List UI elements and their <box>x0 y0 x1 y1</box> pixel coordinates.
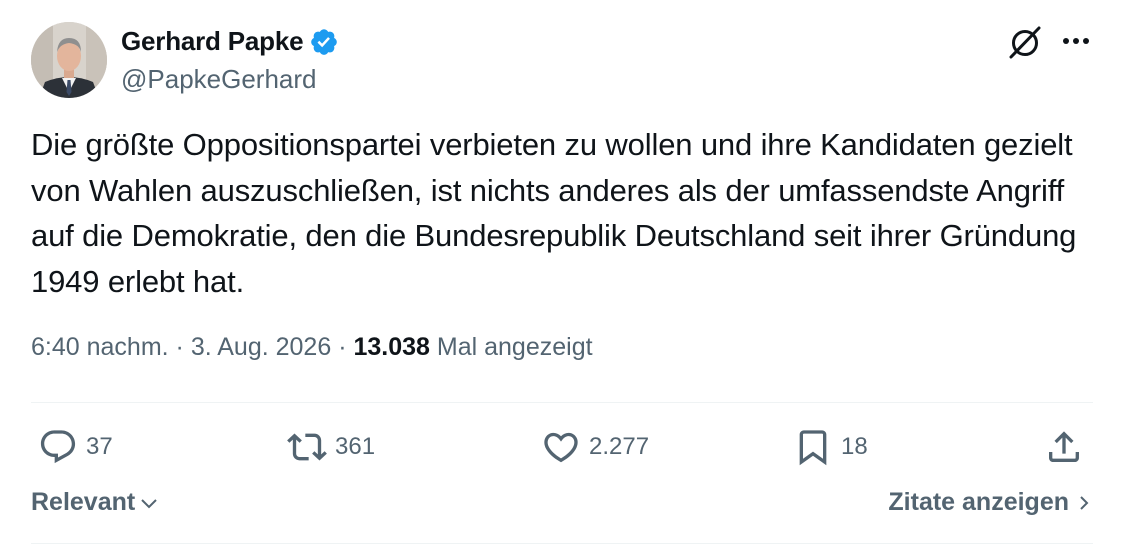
bookmark-count: 18 <box>841 433 868 460</box>
divider <box>31 543 1093 544</box>
like-button[interactable]: 2.277 <box>541 425 649 469</box>
avatar-image <box>31 22 107 98</box>
share-button[interactable] <box>1044 425 1084 469</box>
repost-icon <box>287 433 327 461</box>
reply-icon <box>40 430 76 464</box>
view-quotes-link[interactable]: Zitate anzeigen <box>888 488 1091 517</box>
repost-count: 361 <box>335 433 376 460</box>
share-icon <box>1049 431 1079 462</box>
divider <box>31 402 1093 403</box>
bookmark-icon <box>799 430 827 466</box>
bookmark-button[interactable]: 18 <box>793 425 868 469</box>
tweet-text: Die größte Oppositionspartei verbieten z… <box>31 127 1077 299</box>
tweet-meta: 6:40 nachm. · 3. Aug. 2026 · 13.038 Mal … <box>31 333 593 362</box>
tweet-time: 6:40 nachm. <box>31 333 169 361</box>
more-options-icon[interactable] <box>1059 26 1093 56</box>
repost-button[interactable]: 361 <box>287 425 375 469</box>
heart-icon <box>544 432 578 463</box>
author-handle[interactable]: @PapkeGerhard <box>121 64 317 95</box>
author-display-name[interactable]: Gerhard Papke <box>121 26 304 57</box>
meta-separator: · <box>338 333 347 361</box>
avatar[interactable] <box>31 22 107 98</box>
tweet-date: 3. Aug. 2026 <box>190 333 332 361</box>
grok-icon[interactable] <box>1005 22 1045 62</box>
views-label: Mal angezeigt <box>436 333 593 361</box>
like-count: 2.277 <box>589 433 650 460</box>
tweet-card: Gerhard Papke @PapkeGerhard Die größte O… <box>0 0 1123 545</box>
author-name-row[interactable]: Gerhard Papke <box>121 26 339 57</box>
verified-badge-icon[interactable] <box>309 27 339 57</box>
tweet-time-link[interactable]: 6:40 nachm. · 3. Aug. 2026 <box>31 333 331 361</box>
reply-button[interactable]: 37 <box>38 425 113 469</box>
chevron-right-icon <box>1080 495 1089 510</box>
sort-label: Relevant <box>31 488 136 516</box>
reply-count: 37 <box>86 433 113 460</box>
sort-relevant-dropdown[interactable]: Relevant <box>31 488 159 517</box>
views-count[interactable]: 13.038 <box>353 333 429 361</box>
chevron-down-icon <box>141 498 157 508</box>
meta-separator: · <box>175 333 184 361</box>
quotes-label: Zitate anzeigen <box>888 488 1069 516</box>
